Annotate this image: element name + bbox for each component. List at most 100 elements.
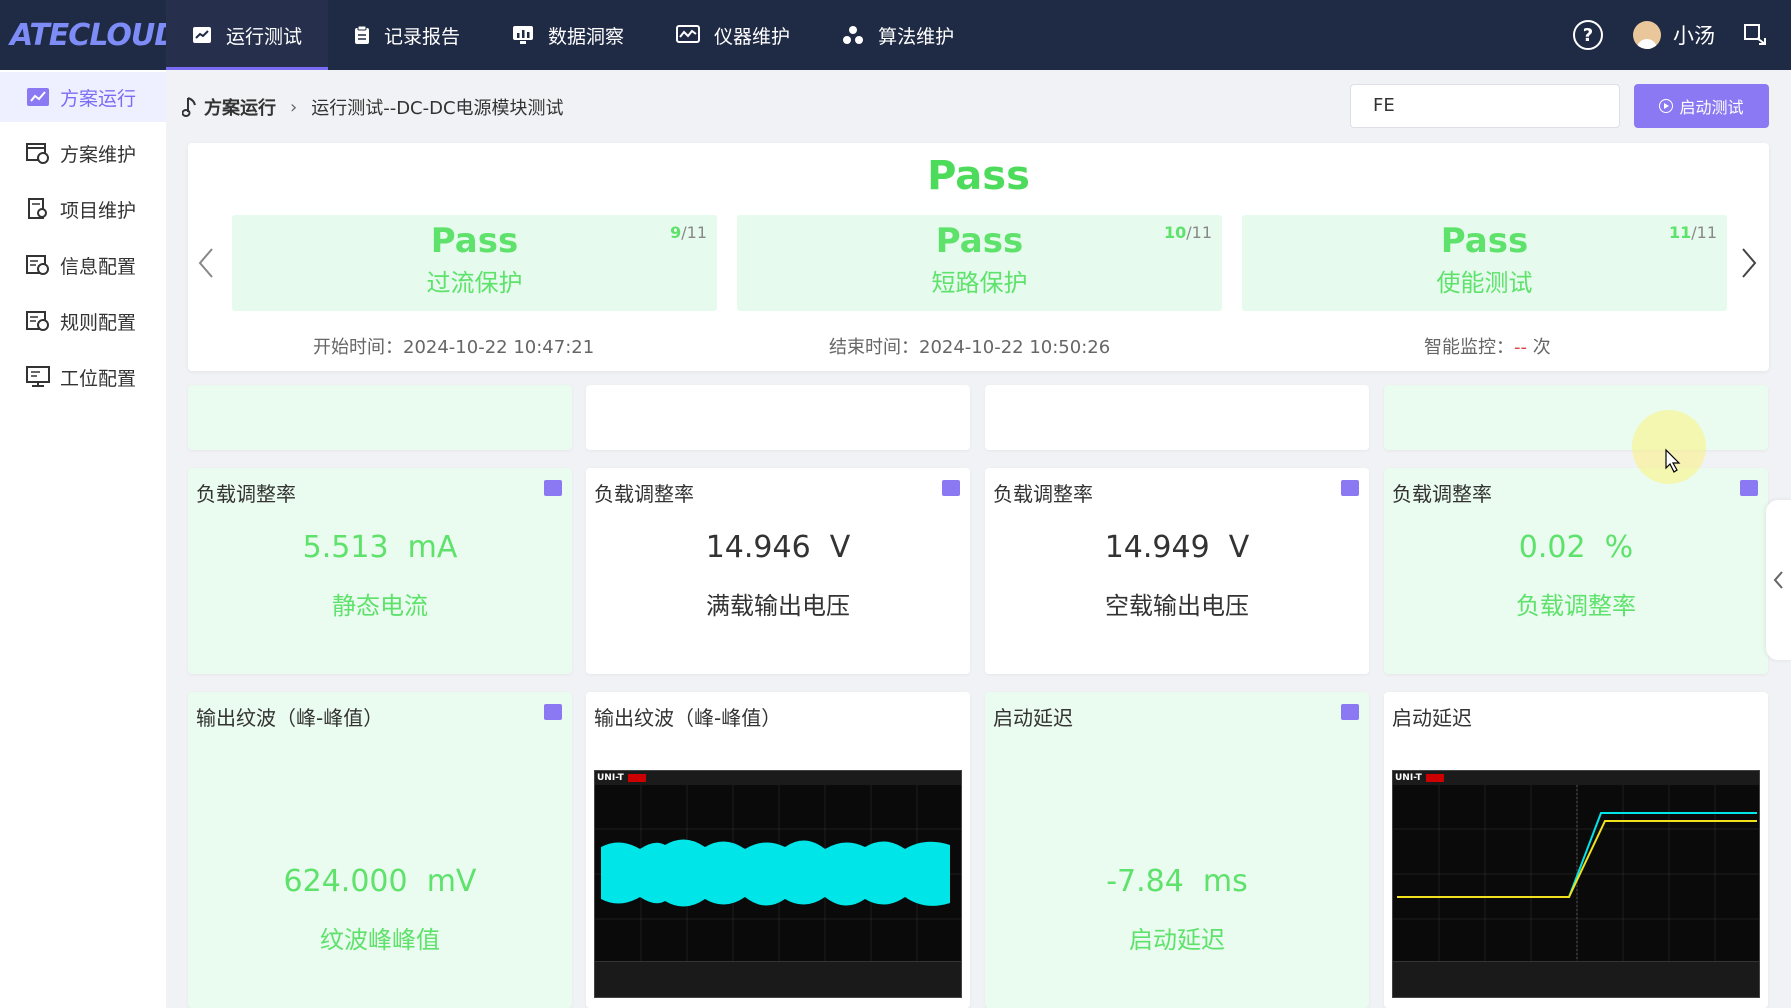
top-right-area: ? 小汤 (1573, 0, 1791, 70)
card-value: 14.946 V (705, 530, 851, 565)
step-counter: 11/11 (1668, 223, 1717, 242)
oscilloscope-screenshot[interactable]: UNI-T (1392, 770, 1760, 998)
scope-toolbar: UNI-T (595, 771, 961, 785)
sidebar-item-label: 项目维护 (60, 199, 137, 222)
waveform-card: 输出纹波（峰-峰值） UNI-T (586, 692, 970, 1008)
card-title: 输出纹波（峰-峰值） (594, 706, 782, 730)
card-label: 空载输出电压 (1105, 592, 1249, 620)
card-title: 输出纹波（峰-峰值） (196, 706, 384, 730)
carousel-next-icon[interactable] (1733, 243, 1763, 283)
music-note-icon (182, 97, 196, 117)
sidebar-item-info-config[interactable]: 信息配置 (0, 240, 166, 290)
sidebar-item-workstation-config[interactable]: 工位配置 (0, 352, 166, 402)
chart-line-icon (27, 88, 49, 106)
chart-icon[interactable] (942, 480, 960, 496)
chart-icon[interactable] (544, 704, 562, 720)
result-card: 输出纹波（峰-峰值） 624.000 mV 纹波峰峰值 (188, 692, 572, 1008)
card-title: 负载调整率 (993, 482, 1093, 506)
sidebar: 方案运行 方案维护 项目维护 信息配置 规则配置 工位配置 (0, 70, 166, 1008)
carousel-prev-icon[interactable] (192, 243, 222, 283)
nav-item-label: 记录报告 (384, 25, 461, 48)
result-card: 负载调整率 14.946 V 满载输出电压 (586, 468, 970, 674)
step-card[interactable]: 10/11 Pass 短路保护 (737, 215, 1222, 311)
step-status: Pass (430, 221, 519, 261)
sidebar-item-plan-run[interactable]: 方案运行 (0, 72, 166, 122)
breadcrumb-current: 运行测试--DC-DC电源模块测试 (311, 98, 564, 119)
result-card: 负载调整率 0.02 % 负载调整率 (1384, 468, 1768, 674)
step-status: Pass (935, 221, 1024, 261)
side-panel-toggle[interactable] (1766, 500, 1791, 660)
card-label: 静态电流 (332, 592, 428, 620)
overall-status: Pass (927, 153, 1030, 199)
monitor-chart-icon (513, 26, 534, 44)
card-label: 启动延迟 (1129, 926, 1225, 954)
nav-item-reports[interactable]: 记录报告 (328, 0, 486, 70)
nav-item-label: 运行测试 (226, 25, 303, 48)
algorithm-icon (843, 26, 864, 44)
result-card: 负载调整率 5.513 mA 静态电流 (188, 468, 572, 674)
step-card[interactable]: 11/11 Pass 使能测试 (1242, 215, 1727, 311)
chart-icon[interactable] (1341, 704, 1359, 720)
play-circle-icon (1659, 99, 1674, 113)
step-name: 短路保护 (931, 269, 1028, 297)
result-card: 启动延迟 -7.84 ms 启动延迟 (985, 692, 1369, 1008)
info-config-icon (26, 255, 49, 275)
top-navbar: ATECLOUD 运行测试 记录报告 数据洞察 仪器维护 算法维护 ? 小汤 (0, 0, 1791, 70)
card-label: 负载调整率 (1516, 592, 1636, 620)
card-value: -7.84 ms (1106, 864, 1248, 899)
logout-icon[interactable] (1743, 22, 1769, 48)
window-gear-icon (26, 143, 49, 164)
scope-status-bar (595, 961, 961, 997)
scope-toolbar: UNI-T (1393, 771, 1759, 785)
document-search-icon (28, 198, 47, 219)
search-input[interactable]: FE (1350, 84, 1620, 128)
startup-waveform (1393, 785, 1759, 963)
username[interactable]: 小汤 (1673, 20, 1715, 50)
app-logo[interactable]: ATECLOUD (0, 18, 179, 53)
step-counter: 9/11 (670, 223, 707, 242)
breadcrumb-root[interactable]: 方案运行 (204, 94, 276, 120)
chart-icon[interactable] (1740, 480, 1758, 496)
chart-icon[interactable] (1341, 480, 1359, 496)
workstation-icon (26, 366, 50, 387)
nav-item-run-test[interactable]: 运行测试 (166, 0, 329, 70)
nav-item-algorithm-maintenance[interactable]: 算法维护 (816, 0, 980, 70)
step-card[interactable]: 9/11 Pass 过流保护 (232, 215, 717, 311)
sidebar-item-label: 规则配置 (60, 311, 137, 334)
step-name: 使能测试 (1436, 269, 1533, 297)
card-value: 14.949 V (1104, 530, 1250, 565)
nav-item-label: 数据洞察 (548, 25, 625, 48)
end-time: 结束时间：2024-10-22 10:50:26 (829, 337, 1111, 358)
card-value: 5.513 mA (302, 530, 458, 565)
avatar[interactable] (1633, 21, 1661, 49)
nav-item-label: 算法维护 (878, 25, 955, 48)
card-value: 0.02 % (1518, 530, 1634, 565)
chart-line-icon (193, 27, 211, 43)
card-label: 纹波峰峰值 (320, 926, 440, 954)
scope-status-bar (1393, 961, 1759, 997)
oscilloscope-screenshot[interactable]: UNI-T (594, 770, 962, 998)
help-icon[interactable]: ? (1573, 20, 1603, 50)
card-title: 负载调整率 (594, 482, 694, 506)
sidebar-item-plan-maintenance[interactable]: 方案维护 (0, 128, 166, 178)
start-time: 开始时间：2024-10-22 10:47:21 (313, 337, 595, 358)
sidebar-item-project-maintenance[interactable]: 项目维护 (0, 184, 166, 234)
rule-config-icon (26, 311, 49, 331)
sidebar-item-label: 方案运行 (60, 87, 137, 110)
nav-item-instrument-maintenance[interactable]: 仪器维护 (650, 0, 816, 70)
nav-item-data-insight[interactable]: 数据洞察 (486, 0, 650, 70)
card-value: 624.000 mV (283, 864, 477, 899)
smart-monitor: 智能监控：-- 次 (1424, 337, 1551, 358)
sidebar-item-label: 信息配置 (60, 255, 137, 278)
ripple-waveform (595, 785, 961, 963)
start-test-button[interactable]: 启动测试 (1634, 84, 1769, 128)
mouse-cursor-icon (1665, 448, 1681, 473)
chevron-right-icon: › (290, 96, 298, 118)
instrument-icon (676, 25, 701, 43)
start-test-label: 启动测试 (1679, 98, 1744, 117)
result-card: 负载调整率 14.949 V 空载输出电压 (985, 468, 1369, 674)
chart-icon[interactable] (544, 480, 562, 496)
step-status: Pass (1440, 221, 1529, 261)
sidebar-item-rule-config[interactable]: 规则配置 (0, 296, 166, 346)
sidebar-item-label: 方案维护 (60, 143, 137, 166)
